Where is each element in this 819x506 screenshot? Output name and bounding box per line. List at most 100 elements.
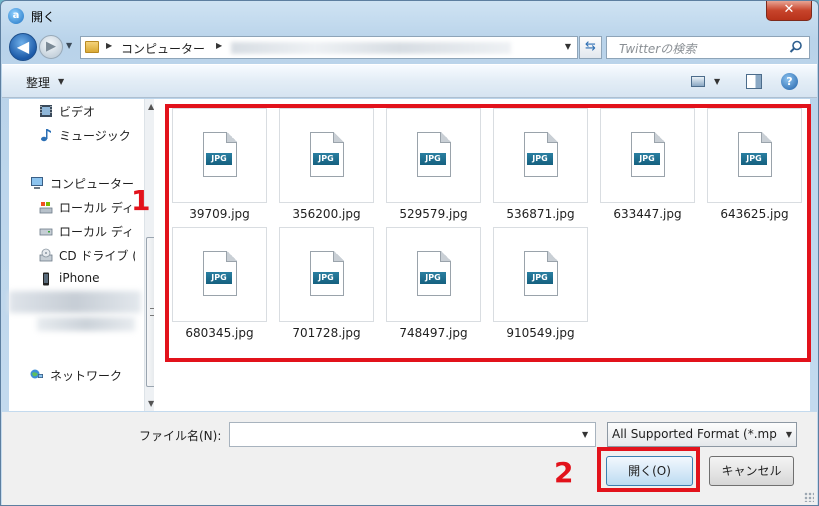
search-icon[interactable] bbox=[788, 39, 804, 55]
file-name[interactable]: 529579.jpg bbox=[376, 207, 491, 221]
organize-dropdown-icon[interactable]: ▼ bbox=[58, 77, 64, 86]
nav-item-video[interactable]: ビデオ bbox=[9, 101, 135, 121]
navigation-pane: ビデオ ミュージック コンピューター ローカル ディ ローカル ディ CD ドラ… bbox=[9, 99, 160, 411]
nav-item-label: コンピューター bbox=[50, 177, 135, 191]
resize-grip[interactable] bbox=[804, 492, 814, 502]
back-button[interactable]: ◀ bbox=[9, 33, 37, 61]
command-bar: 整理 ▼ ▼ ? bbox=[2, 64, 817, 98]
dialog-footer: ファイル名(N): ▼ All Supported Format (*.mp ▼… bbox=[2, 412, 817, 505]
jpg-file-icon: JPG bbox=[417, 132, 451, 177]
file-name[interactable]: 536871.jpg bbox=[483, 207, 598, 221]
file-name[interactable]: 356200.jpg bbox=[269, 207, 384, 221]
breadcrumb-path-redacted bbox=[231, 42, 511, 54]
file-item[interactable]: JPG 633447.jpg bbox=[600, 108, 695, 228]
jpg-file-icon: JPG bbox=[631, 132, 665, 177]
close-button[interactable]: ✕ bbox=[766, 1, 812, 21]
video-icon bbox=[40, 105, 52, 117]
jpg-file-icon: JPG bbox=[310, 132, 344, 177]
file-type-value: All Supported Format (*.mp bbox=[612, 427, 777, 441]
computer-icon bbox=[31, 177, 43, 189]
help-icon[interactable]: ? bbox=[781, 73, 798, 90]
phone-icon bbox=[43, 272, 49, 286]
nav-item-computer[interactable]: コンピューター bbox=[9, 173, 135, 193]
file-thumbnail[interactable]: JPG bbox=[172, 227, 267, 322]
open-button[interactable]: 開く(O) bbox=[606, 456, 693, 486]
annotation-marker-2: 2 bbox=[554, 456, 574, 489]
navigation-bar: ◀ ▶ ▼ ▶ コンピューター ▶ ▼ ⇆ Twitterの検索 bbox=[1, 31, 818, 63]
jpg-file-icon: JPG bbox=[310, 251, 344, 296]
file-thumbnail[interactable]: JPG bbox=[279, 108, 374, 203]
nav-item-label: ローカル ディ bbox=[59, 225, 134, 239]
search-box[interactable]: Twitterの検索 bbox=[606, 36, 810, 59]
organize-button[interactable]: 整理 bbox=[26, 74, 50, 91]
jpg-file-icon: JPG bbox=[738, 132, 772, 177]
nav-item-label: ローカル ディ bbox=[59, 201, 134, 215]
local-disk-icon bbox=[39, 202, 53, 214]
file-item[interactable]: JPG 910549.jpg bbox=[493, 227, 588, 347]
file-type-select[interactable]: All Supported Format (*.mp ▼ bbox=[607, 422, 797, 447]
title-bar: a 開く ✕ bbox=[1, 1, 818, 31]
cd-drive-icon bbox=[39, 248, 53, 262]
file-name[interactable]: 643625.jpg bbox=[697, 207, 812, 221]
jpg-file-icon: JPG bbox=[524, 251, 558, 296]
file-thumbnail[interactable]: JPG bbox=[493, 108, 588, 203]
address-dropdown-icon[interactable]: ▼ bbox=[565, 42, 571, 51]
file-thumbnail[interactable]: JPG bbox=[279, 227, 374, 322]
window-title: 開く bbox=[31, 10, 56, 24]
filename-label: ファイル名(N): bbox=[139, 429, 222, 443]
nav-item-network[interactable]: ネットワーク bbox=[9, 365, 135, 385]
preview-pane-icon[interactable] bbox=[746, 74, 762, 89]
nav-item-iphone[interactable]: iPhone bbox=[9, 269, 135, 289]
refresh-button[interactable]: ⇆ bbox=[579, 36, 602, 59]
file-item[interactable]: JPG 39709.jpg bbox=[172, 108, 267, 228]
chevron-down-icon[interactable]: ▼ bbox=[786, 430, 792, 439]
history-dropdown-icon[interactable]: ▼ bbox=[66, 41, 72, 50]
breadcrumb-chevron-icon[interactable]: ▶ bbox=[216, 41, 222, 50]
open-file-dialog: a 開く ✕ ◀ ▶ ▼ ▶ コンピューター ▶ ▼ ⇆ Twitterの検索 … bbox=[0, 0, 819, 506]
file-list: JPG 39709.jpg JPG 356200.jpg JPG 529579.… bbox=[154, 99, 810, 411]
file-thumbnail[interactable]: JPG bbox=[386, 108, 481, 203]
forward-button[interactable]: ▶ bbox=[39, 35, 63, 59]
file-name[interactable]: 701728.jpg bbox=[269, 326, 384, 340]
file-name[interactable]: 910549.jpg bbox=[483, 326, 598, 340]
view-dropdown-icon[interactable]: ▼ bbox=[714, 77, 720, 86]
file-item[interactable]: JPG 536871.jpg bbox=[493, 108, 588, 228]
file-name[interactable]: 39709.jpg bbox=[162, 207, 277, 221]
jpg-file-icon: JPG bbox=[203, 251, 237, 296]
file-name[interactable]: 748497.jpg bbox=[376, 326, 491, 340]
file-item[interactable]: JPG 748497.jpg bbox=[386, 227, 481, 347]
file-item[interactable]: JPG 680345.jpg bbox=[172, 227, 267, 347]
cancel-button[interactable]: キャンセル bbox=[709, 456, 794, 486]
address-bar[interactable]: ▶ コンピューター ▶ ▼ bbox=[80, 36, 578, 59]
file-thumbnail[interactable]: JPG bbox=[493, 227, 588, 322]
network-icon bbox=[30, 369, 43, 379]
search-input[interactable]: Twitterの検索 bbox=[619, 40, 696, 57]
file-thumbnail[interactable]: JPG bbox=[707, 108, 802, 203]
file-thumbnail[interactable]: JPG bbox=[172, 108, 267, 203]
file-name[interactable]: 633447.jpg bbox=[590, 207, 705, 221]
file-thumbnail[interactable]: JPG bbox=[600, 108, 695, 203]
nav-item-label: iPhone bbox=[59, 271, 100, 285]
nav-item-cd-drive[interactable]: CD ドライブ ( bbox=[9, 245, 135, 265]
redacted-item bbox=[37, 317, 135, 331]
change-view-icon[interactable] bbox=[691, 76, 705, 87]
filename-input[interactable] bbox=[229, 422, 596, 447]
jpg-file-icon: JPG bbox=[524, 132, 558, 177]
nav-item-label: CD ドライブ ( bbox=[59, 249, 135, 263]
file-item[interactable]: JPG 356200.jpg bbox=[279, 108, 374, 228]
folder-icon bbox=[85, 41, 99, 53]
nav-item-local-disk-d[interactable]: ローカル ディ bbox=[9, 221, 135, 241]
file-item[interactable]: JPG 701728.jpg bbox=[279, 227, 374, 347]
file-thumbnail[interactable]: JPG bbox=[386, 227, 481, 322]
nav-item-local-disk-c[interactable]: ローカル ディ bbox=[9, 197, 135, 217]
breadcrumb-computer[interactable]: コンピューター bbox=[121, 40, 205, 57]
nav-item-label: ビデオ bbox=[59, 105, 96, 119]
annotation-marker-1: 1 bbox=[131, 184, 151, 217]
file-item[interactable]: JPG 643625.jpg bbox=[707, 108, 802, 228]
redacted-item bbox=[9, 291, 141, 313]
file-item[interactable]: JPG 529579.jpg bbox=[386, 108, 481, 228]
app-icon: a bbox=[8, 8, 24, 24]
nav-item-music[interactable]: ミュージック bbox=[9, 125, 135, 145]
file-name[interactable]: 680345.jpg bbox=[162, 326, 277, 340]
breadcrumb-chevron-icon[interactable]: ▶ bbox=[106, 41, 112, 50]
